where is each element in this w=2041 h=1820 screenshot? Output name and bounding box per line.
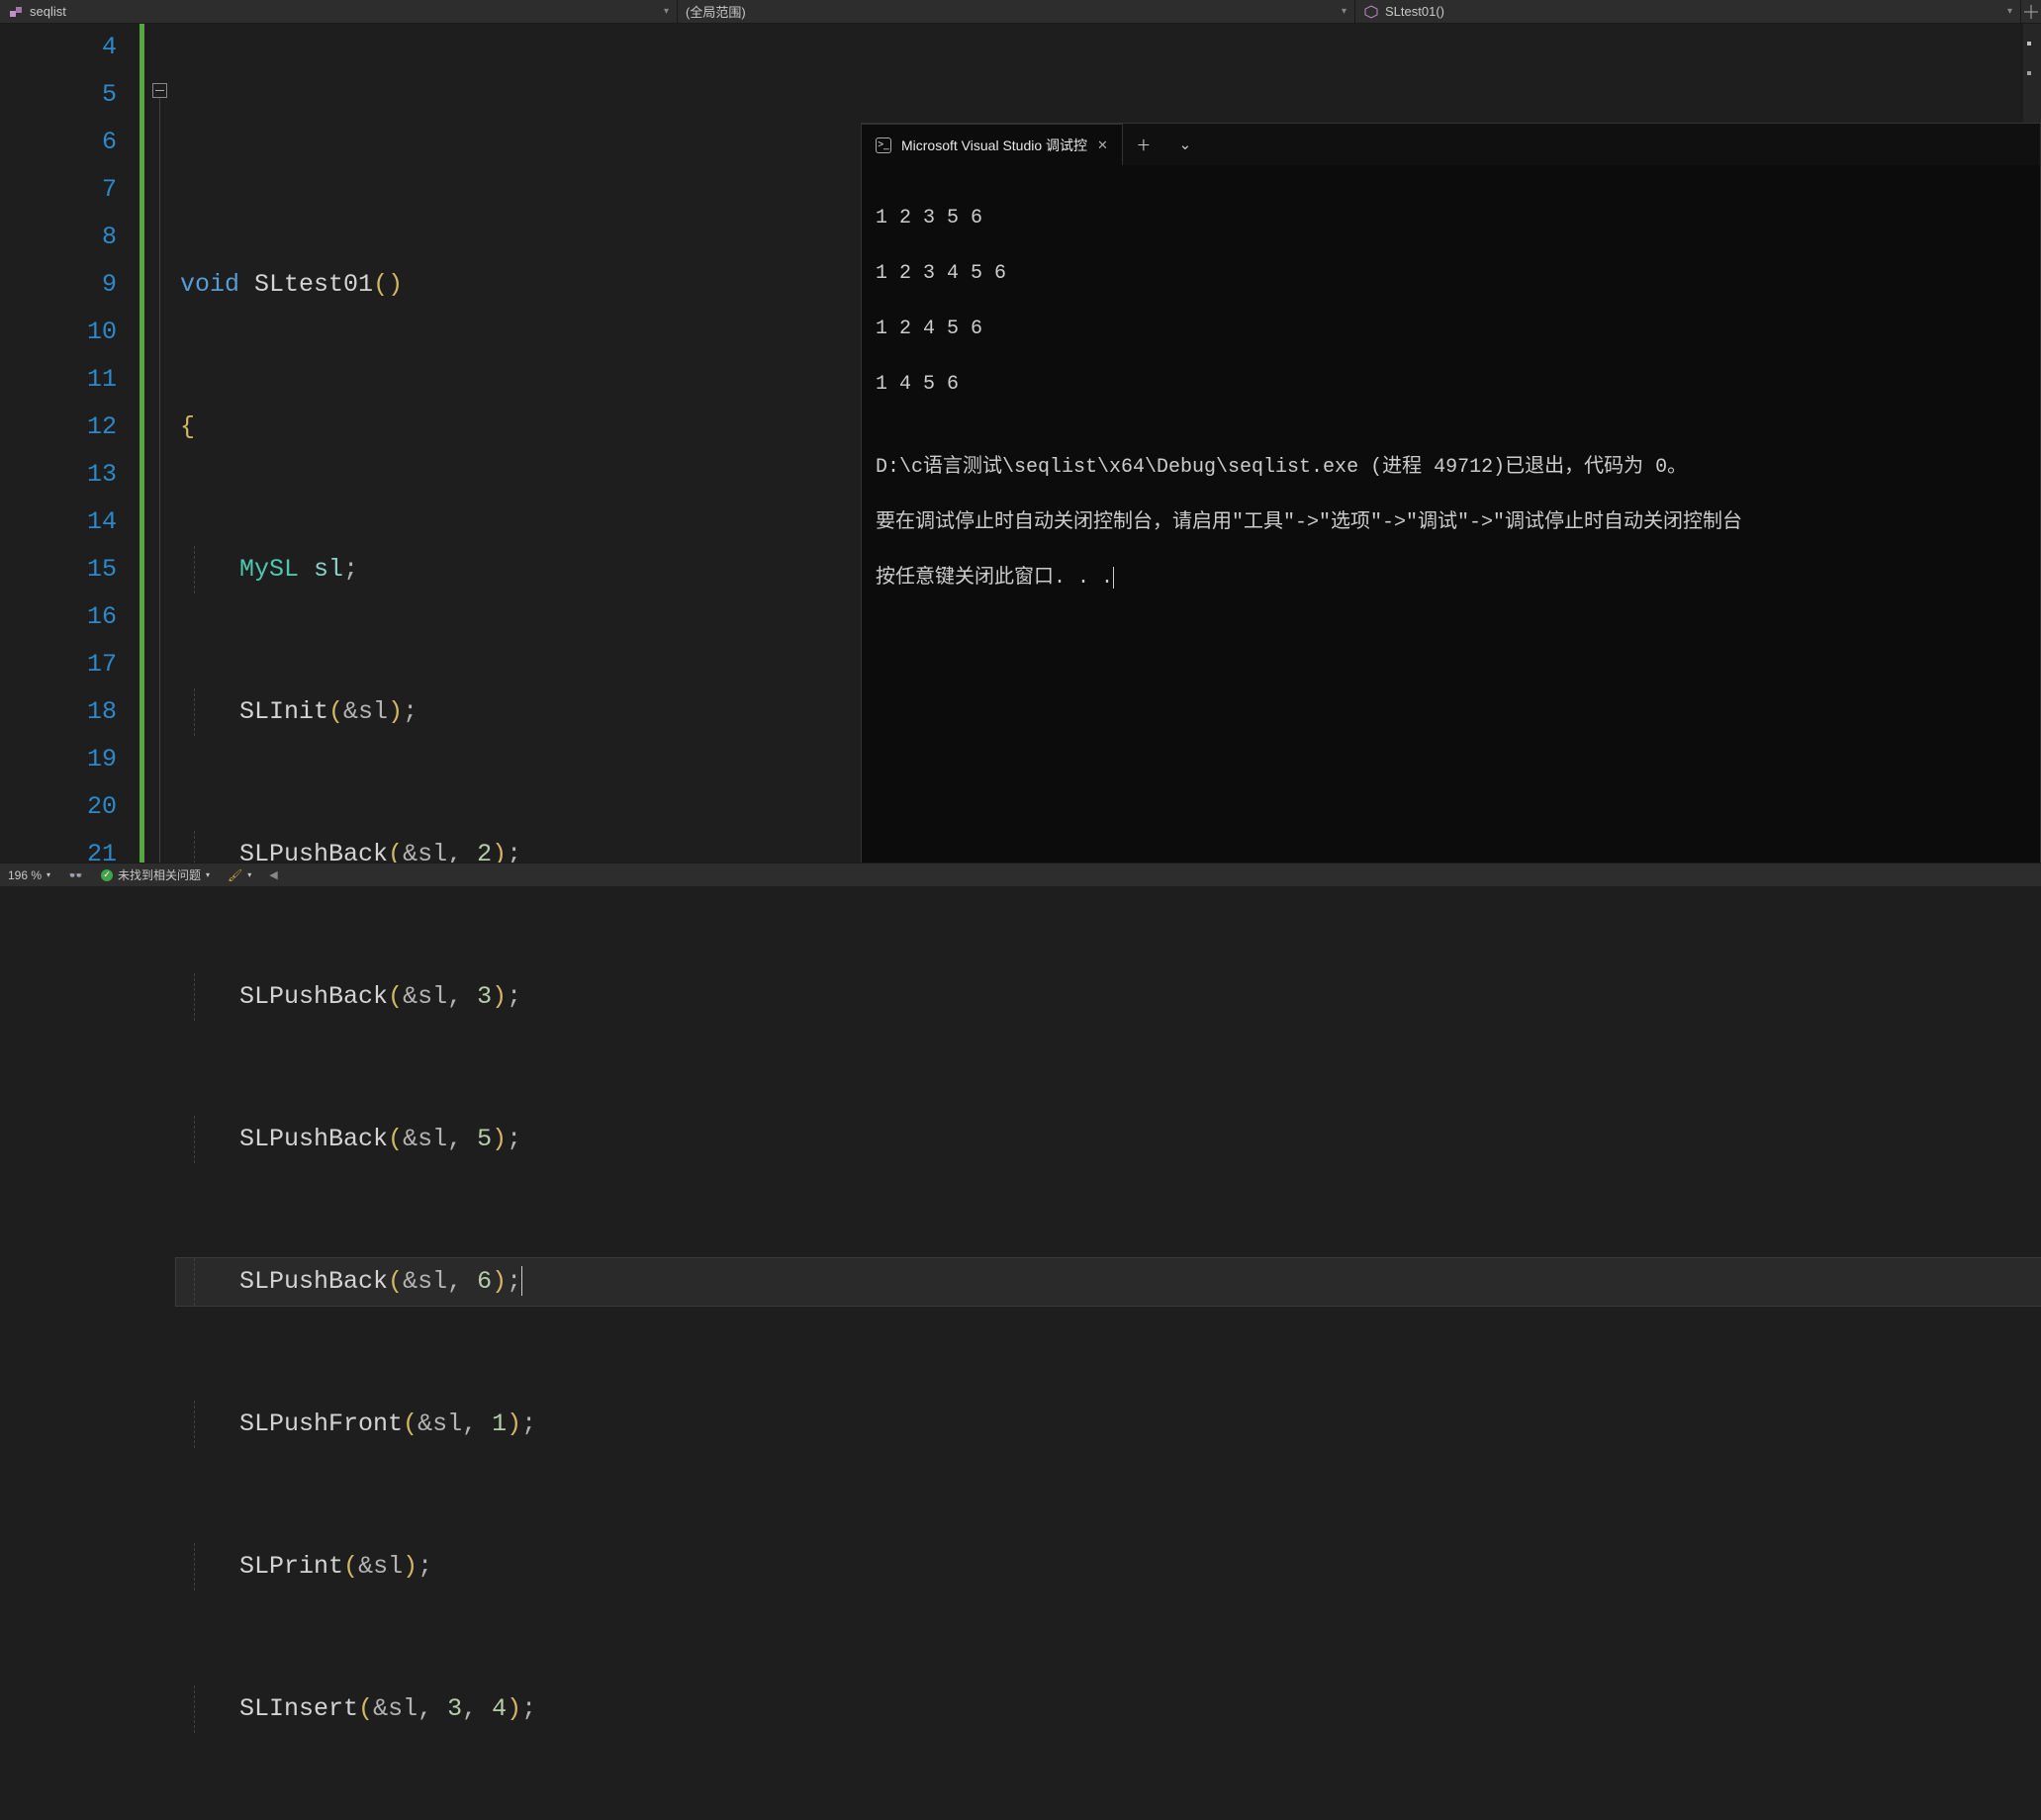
line-number: 7 [0,166,117,214]
code-line: SLPushFront(&sl, 1); [176,1401,2041,1448]
terminal-tab[interactable]: >_ Microsoft Visual Studio 调试控 ✕ [862,124,1123,165]
line-number: 17 [0,641,117,688]
scope-dropdown[interactable]: (全局范围) ▾ [678,0,1355,23]
terminal-titlebar[interactable]: >_ Microsoft Visual Studio 调试控 ✕ ＋ ⌄ [862,124,2040,165]
zoom-level[interactable]: 196 %▾ [8,868,50,882]
line-number: 5 [0,71,117,119]
output-line: 要在调试停止时自动关闭控制台，请启用"工具"->"选项"->"调试"->"调试停… [876,509,2026,537]
line-number: 12 [0,404,117,451]
line-number: 4 [0,24,117,71]
file-dropdown-label: seqlist [30,4,66,19]
code-line: SLPushBack(&sl, 3); [176,973,2041,1021]
file-dropdown[interactable]: seqlist ▾ [0,0,678,23]
line-number: 6 [0,119,117,166]
brush-icon[interactable]: 🖌▾ [228,868,251,882]
tab-menu-button[interactable]: ⌄ [1164,124,1206,165]
chevron-down-icon: ▾ [2007,6,2012,17]
navigation-bar: seqlist ▾ (全局范围) ▾ SLtest01() ▾ [0,0,2041,24]
output-line: D:\c语言测试\seqlist\x64\Debug\seqlist.exe (… [876,454,2026,482]
output-line: 1 2 4 5 6 [876,316,2026,343]
glasses-icon[interactable]: 👓 [68,868,83,882]
code-line: SLPrint(&sl); [176,1543,2041,1591]
main-area: 4 5 6 7 8 9 10 11 12 13 14 15 16 17 18 1… [0,24,2041,886]
ok-icon [101,869,113,881]
line-number: 18 [0,688,117,736]
line-number: 15 [0,546,117,593]
folding-margin [146,24,176,886]
code-line: SLPushBack(&sl, 5); [176,1116,2041,1163]
output-line: 1 2 3 5 6 [876,205,2026,232]
code-line: SLInsert(&sl, 3, 4); [176,1685,2041,1733]
line-number: 8 [0,214,117,261]
output-line: 1 2 3 4 5 6 [876,260,2026,288]
chevron-down-icon: ▾ [664,6,669,17]
terminal-icon: >_ [876,137,891,153]
function-dropdown[interactable]: SLtest01() ▾ [1355,0,2021,23]
status-bar: 196 %▾ 👓 未找到相关问题 ▾ 🖌▾ ◀ [0,863,2041,886]
line-number: 19 [0,736,117,783]
scope-dropdown-label: (全局范围) [686,2,746,21]
line-number: 16 [0,593,117,641]
line-number: 10 [0,309,117,356]
cube-icon [1363,4,1379,20]
file-icon [8,4,24,20]
line-number: 11 [0,356,117,404]
line-number: 20 [0,783,117,831]
function-dropdown-label: SLtest01() [1385,4,1444,19]
line-number: 9 [0,261,117,309]
output-line: 按任意键关闭此窗口. . . [876,565,2026,592]
line-number: 13 [0,451,117,499]
output-line: 1 4 5 6 [876,371,2026,399]
new-tab-button[interactable]: ＋ [1123,124,1164,165]
split-editor-button[interactable] [2021,5,2041,19]
terminal-tab-title: Microsoft Visual Studio 调试控 [901,136,1087,155]
code-line-active: SLPushBack(&sl, 6); [176,1258,2041,1306]
chevron-down-icon: ▾ [1342,6,1346,17]
line-number: 14 [0,499,117,546]
nav-back[interactable]: ◀ [269,868,277,881]
text-cursor [521,1266,522,1296]
issues-status[interactable]: 未找到相关问题 ▾ [101,866,210,883]
terminal-cursor [1113,567,1114,589]
line-number-gutter: 4 5 6 7 8 9 10 11 12 13 14 15 16 17 18 1… [0,24,139,886]
terminal-output[interactable]: 1 2 3 5 6 1 2 3 4 5 6 1 2 4 5 6 1 4 5 6 … [862,165,2040,885]
change-indicator [139,24,146,886]
close-icon[interactable]: ✕ [1097,137,1108,153]
fold-collapse-icon[interactable] [152,83,167,98]
debug-console-window: >_ Microsoft Visual Studio 调试控 ✕ ＋ ⌄ 1 2… [861,123,2041,886]
